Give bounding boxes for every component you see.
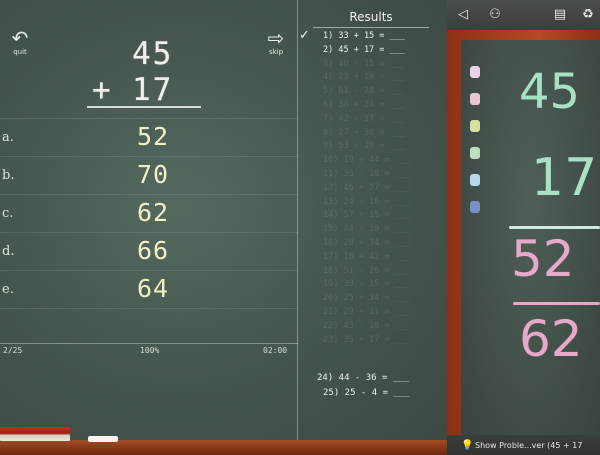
- lightbulb-icon: 💡: [461, 440, 474, 451]
- recycle-icon[interactable]: ♻: [578, 7, 598, 22]
- choice-value: 70: [137, 160, 170, 189]
- result-item: 19) 39 - 15 = ___: [323, 279, 410, 290]
- scratch-top-number: 45: [519, 64, 581, 120]
- scratch-partial-sum: 52: [511, 230, 575, 288]
- status-bar: 2/25 100% 02:00: [0, 346, 298, 358]
- result-item: 17) 16 + 42 = ___: [323, 251, 410, 262]
- result-item: 13) 24 - 16 = ___: [323, 196, 410, 207]
- status-divider: [0, 343, 298, 344]
- sum-line: [87, 106, 201, 108]
- bottom-operand: 17: [132, 72, 174, 108]
- result-item: 12) 46 + 27 = ___: [323, 182, 410, 193]
- choice-value: 66: [137, 236, 170, 265]
- operator-sign: +: [92, 72, 111, 108]
- result-item: 1) 33 + 15 = ___: [323, 31, 405, 41]
- skip-label: skip: [268, 48, 284, 56]
- result-item: 20) 25 + 34 = ___: [323, 293, 410, 304]
- result-item: 21) 29 + 31 = ___: [323, 307, 410, 317]
- choice-letter: b.: [2, 168, 15, 183]
- scratch-answer: 62: [519, 310, 583, 368]
- chalk-color-swatch[interactable]: [470, 66, 480, 78]
- answer-choice-e[interactable]: e. 64: [0, 270, 298, 308]
- result-item: 4) 23 + 19 = ___: [323, 72, 405, 83]
- result-item: 16) 28 + 34 = ___: [323, 238, 410, 248]
- show-problem-label: Show Proble...ver (45 + 17: [475, 441, 583, 450]
- result-item: 3) 40 - 15 = ___: [323, 58, 405, 69]
- scratch-toolbar: ◁ ⚇ ▤ ♻: [447, 0, 600, 30]
- quit-arrow-icon: ↶: [11, 26, 29, 50]
- timer: 02:00: [263, 346, 288, 355]
- skip-arrow-icon: ⇨: [267, 26, 285, 50]
- choice-value: 64: [137, 274, 170, 303]
- result-item: 8) 27 + 36 = ___: [323, 127, 405, 138]
- quit-button[interactable]: ↶ quit: [0, 28, 40, 56]
- quit-label: quit: [13, 48, 27, 56]
- column-divider: [297, 0, 298, 440]
- chalk-piece: [88, 436, 118, 442]
- glasses-icon[interactable]: ⚇: [485, 7, 505, 22]
- result-item: 24) 44 - 36 = ___: [317, 373, 410, 383]
- progress-count: 2/25: [3, 346, 23, 355]
- choice-letter: a.: [2, 130, 14, 145]
- result-item: 23) 35 + 17 = ___: [323, 334, 410, 345]
- result-item: 9) 53 - 29 = ___: [323, 141, 405, 152]
- result-item: 22) 43 - 18 = ___: [323, 320, 410, 331]
- results-title: Results: [349, 10, 393, 24]
- results-panel: Results ✓ 1) 33 + 15 = ___ 2) 45 + 17 = _…: [299, 0, 443, 440]
- chalk-tray: [0, 440, 447, 455]
- skip-button[interactable]: ⇨ skip: [256, 28, 296, 56]
- answer-choice-a[interactable]: a. 52: [0, 118, 298, 156]
- result-item: 2) 45 + 17 = ___: [323, 44, 405, 55]
- scratch-answer-line: [513, 302, 600, 305]
- chalk-color-swatch[interactable]: [470, 93, 480, 105]
- result-item: 18) 51 - 26 = ___: [323, 265, 410, 276]
- chalk-color-swatch[interactable]: [470, 201, 480, 213]
- choice-letter: d.: [2, 244, 15, 259]
- row-divider: [0, 308, 298, 309]
- chalk-color-swatch[interactable]: [470, 120, 480, 132]
- chalk-color-swatch[interactable]: [470, 147, 480, 159]
- answer-choice-d[interactable]: d. 66: [0, 232, 298, 270]
- result-item: 25) 25 - 4 = ___: [323, 388, 410, 398]
- result-item: 5) 61 - 28 = ___: [323, 86, 405, 97]
- calculator-icon[interactable]: ▤: [550, 7, 570, 22]
- show-problem-bar[interactable]: 💡 Show Proble...ver (45 + 17: [447, 435, 600, 455]
- checkmark-icon: ✓: [299, 28, 310, 43]
- choice-value: 62: [137, 198, 170, 227]
- result-item: 7) 42 - 17 = ___: [323, 113, 405, 124]
- answer-choice-c[interactable]: c. 62: [0, 194, 298, 232]
- result-item: 6) 38 + 24 = ___: [323, 100, 405, 110]
- result-item: 10) 19 + 44 = ___: [323, 155, 410, 166]
- chalk-color-swatch[interactable]: [470, 174, 480, 186]
- main-chalkboard: ↶ quit ⇨ skip 45 + 17 a. 52 b. 70 c. 62 …: [0, 0, 447, 455]
- choice-letter: c.: [2, 206, 14, 221]
- eraser: [0, 427, 70, 441]
- scratch-sum-line: [509, 226, 600, 229]
- answer-choice-b[interactable]: b. 70: [0, 156, 298, 194]
- top-operand: 45: [132, 36, 174, 72]
- choice-value: 52: [137, 122, 170, 151]
- choice-letter: e.: [2, 282, 14, 297]
- result-item: 14) 57 + 15 = ___: [323, 210, 410, 221]
- back-icon[interactable]: ◁: [453, 7, 473, 22]
- results-underline: [313, 27, 429, 28]
- score-percent: 100%: [140, 346, 160, 355]
- problem-pane: ↶ quit ⇨ skip 45 + 17 a. 52 b. 70 c. 62 …: [0, 0, 298, 360]
- scratch-bottom-number: 17: [531, 148, 598, 208]
- scratch-chalkboard[interactable]: 45 17 52 62: [461, 40, 600, 435]
- result-item: 11) 35 - 18 = ___: [323, 169, 410, 179]
- scratch-board: ◁ ⚇ ▤ ♻ 45 17 52 62 💡 Show Proble...ver …: [447, 0, 600, 455]
- result-item: 15) 44 - 19 = ___: [323, 224, 410, 235]
